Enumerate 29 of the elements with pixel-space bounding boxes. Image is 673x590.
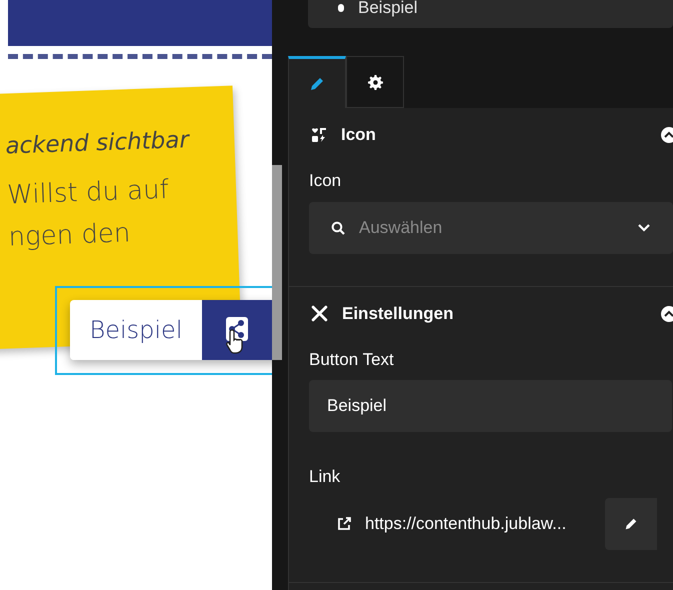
icons-grid-icon (311, 127, 327, 143)
example-button[interactable]: Beispiel (70, 300, 202, 360)
field-label: Link (308, 466, 342, 488)
pin-icon (338, 4, 344, 12)
chevron-down-icon (637, 223, 651, 232)
select-placeholder: Auswählen (359, 216, 444, 239)
button-text-input[interactable]: Beispiel (309, 380, 672, 432)
field-label: Icon (308, 170, 342, 192)
content-tab[interactable] (288, 56, 346, 108)
section-title: Einstellungen (342, 302, 454, 325)
link-url[interactable]: https://contenthub.jublaw... (365, 510, 605, 536)
field-label: Button Text (308, 348, 395, 370)
collapse-toggle-icon[interactable] (661, 127, 673, 143)
external-link-icon (337, 516, 351, 530)
note-text: Willst du auf (6, 173, 170, 212)
scrollbar-thumb[interactable] (272, 165, 282, 360)
share-button[interactable] (202, 300, 272, 360)
note-caption: ackend sichtbar (4, 126, 191, 162)
pencil-icon (624, 516, 638, 530)
note-text: ngen den (8, 216, 132, 254)
pencil-icon (309, 76, 325, 92)
section-title: Icon (341, 124, 376, 146)
collapse-toggle-icon[interactable] (661, 306, 673, 322)
search-icon (331, 220, 345, 234)
field-value: Beispiel (358, 0, 418, 20)
icon-select[interactable]: Auswählen (309, 202, 673, 254)
top-input-field[interactable]: Beispiel (308, 0, 673, 28)
settings-tab[interactable] (346, 56, 404, 108)
gear-icon (368, 74, 382, 90)
